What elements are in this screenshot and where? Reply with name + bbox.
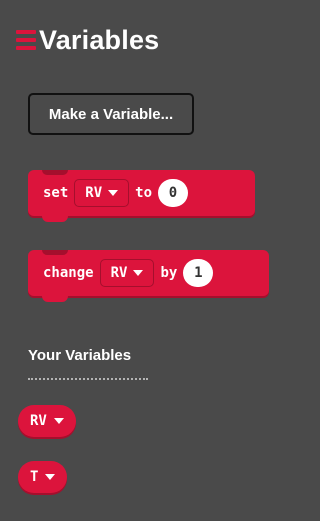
category-header: Variables — [16, 18, 159, 62]
block-notch — [42, 296, 68, 302]
dropdown-caret-icon — [108, 190, 119, 196]
dropdown-caret-icon — [45, 474, 56, 480]
change-value-input[interactable]: 1 — [183, 259, 214, 287]
make-variable-button[interactable]: Make a Variable... — [28, 93, 194, 135]
variable-pill-t[interactable]: T — [18, 461, 68, 493]
change-variable-name: RV — [110, 265, 128, 281]
dropdown-caret-icon — [133, 270, 144, 276]
block-notch — [42, 216, 68, 222]
variable-pill-rv[interactable]: RV — [18, 405, 76, 437]
to-keyword: to — [135, 185, 153, 201]
variable-name: T — [30, 469, 39, 485]
change-keyword: change — [43, 265, 94, 281]
section-divider — [28, 378, 148, 380]
set-keyword: set — [43, 185, 69, 201]
dropdown-caret-icon — [53, 418, 64, 424]
change-variable-dropdown[interactable]: RV — [99, 259, 155, 287]
category-title: Variables — [39, 24, 160, 55]
set-variable-name: RV — [85, 185, 103, 201]
set-value-input[interactable]: 0 — [158, 179, 189, 207]
change-variable-block[interactable]: change RV by 1 — [28, 250, 269, 302]
by-keyword: by — [160, 265, 178, 281]
variable-name: RV — [30, 413, 47, 429]
set-variable-block[interactable]: set RV to 0 — [28, 170, 255, 222]
your-variables-heading: Your Variables — [28, 347, 132, 364]
set-variable-dropdown[interactable]: RV — [74, 179, 130, 207]
list-icon — [16, 30, 36, 50]
